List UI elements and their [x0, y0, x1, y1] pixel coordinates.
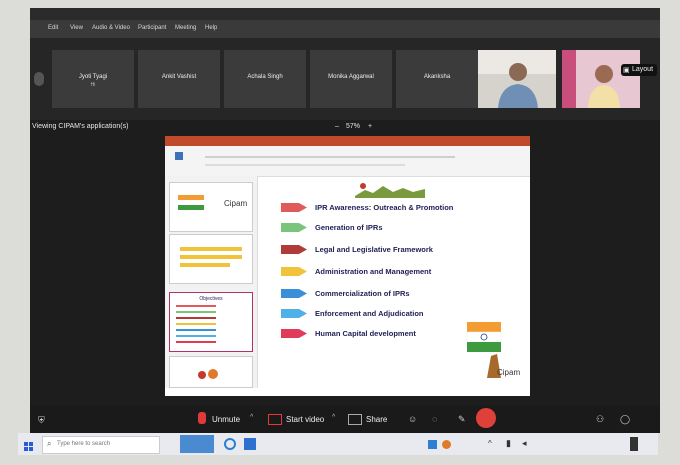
- taskbar-search-box[interactable]: ⌕ Type here to search: [42, 436, 160, 454]
- slide-thumbnail[interactable]: [169, 356, 253, 388]
- slide-thumbnail[interactable]: [169, 234, 253, 284]
- participant-video[interactable]: [478, 50, 556, 108]
- taskbar-app-thumbnail[interactable]: [180, 435, 214, 453]
- video-off-icon: [268, 414, 282, 425]
- slide-list-item: IPR Awareness: Outreach & Promotion: [281, 202, 521, 214]
- layout-button[interactable]: ▣ Layout: [621, 64, 657, 76]
- arrow-icon: [281, 223, 307, 232]
- slide-list-item: Commercialization of IPRs: [281, 288, 521, 300]
- zoom-level: 57%: [346, 123, 361, 130]
- participant-tile[interactable]: Monika Aggarwal: [310, 50, 392, 108]
- tray-app-icon[interactable]: [442, 440, 451, 449]
- zoom-out-icon[interactable]: –: [335, 123, 339, 130]
- scroll-left-icon[interactable]: [34, 72, 44, 86]
- cipam-logo-text: Cipam: [497, 368, 521, 377]
- search-icon: ⌕: [47, 439, 52, 448]
- woman-video-image: [562, 50, 640, 108]
- arrow-icon: [281, 267, 307, 276]
- shared-powerpoint-window: Cipam Objectives IPR Awareness: Outreach…: [165, 136, 530, 396]
- menu-view[interactable]: View: [70, 25, 83, 31]
- arrow-icon: [281, 289, 307, 298]
- zoom-meeting-window: Edit View Audio & Video Participant Meet…: [30, 8, 660, 433]
- participant-tile[interactable]: Ankit Vashist: [138, 50, 220, 108]
- arrow-icon: [281, 245, 307, 254]
- ppt-title-bar: [165, 136, 530, 146]
- paste-icon[interactable]: [175, 152, 183, 160]
- volume-icon[interactable]: ◂: [522, 438, 527, 449]
- viewing-text: Viewing CIPAM's application(s): [32, 123, 129, 130]
- security-shield-icon[interactable]: ⛨: [38, 415, 45, 426]
- menu-edit[interactable]: Edit: [48, 25, 58, 31]
- participant-tile[interactable]: Achala Singh: [224, 50, 306, 108]
- share-button[interactable]: Share: [366, 415, 387, 424]
- flag-logo-icon: [178, 195, 204, 210]
- whiteboard-icon[interactable]: ✎: [458, 414, 466, 425]
- start-video-button[interactable]: Start video: [286, 415, 324, 424]
- participant-tile[interactable]: Jyoti Tyagi Hi: [52, 50, 134, 108]
- menu-meeting[interactable]: Meeting: [175, 25, 196, 31]
- slide-list-item: Legal and Legislative Framework: [281, 244, 521, 256]
- share-screen-icon: [348, 414, 362, 425]
- slide-canvas: IPR Awareness: Outreach & Promotion Gene…: [265, 178, 523, 384]
- participants-icon[interactable]: ⚇: [596, 414, 604, 425]
- windows-taskbar: ⌕ Type here to search ^ ▮ ◂: [18, 433, 658, 455]
- skyline-header-image: [355, 183, 425, 198]
- network-icon[interactable]: ▮: [506, 438, 511, 449]
- participant-strip: Jyoti Tyagi Hi Ankit Vashist Achala Sing…: [30, 38, 660, 120]
- slide-thumbnail[interactable]: Cipam: [169, 182, 253, 232]
- layout-icon: ▣: [623, 67, 630, 74]
- menu-help[interactable]: Help: [205, 25, 217, 31]
- title-bar: [30, 8, 660, 20]
- reactions-icon[interactable]: ☺: [408, 414, 417, 424]
- participant-video[interactable]: [562, 50, 640, 108]
- arrow-icon: [281, 309, 307, 318]
- leave-button[interactable]: [476, 408, 496, 428]
- ppt-ribbon: [165, 146, 530, 177]
- mic-muted-icon: [198, 412, 206, 424]
- chat-icon[interactable]: ◯: [620, 414, 630, 425]
- share-status-bar: Viewing CIPAM's application(s) – 57% +: [30, 120, 660, 136]
- slide-thumbnails-pane: Cipam Objectives: [165, 176, 258, 388]
- menu-bar: Edit View Audio & Video Participant Meet…: [30, 20, 660, 38]
- menu-audio-video[interactable]: Audio & Video: [92, 25, 130, 31]
- arrow-icon: [281, 203, 307, 212]
- task-view-icon[interactable]: [224, 438, 236, 450]
- chevron-up-icon[interactable]: ^: [332, 414, 335, 421]
- apps-icon[interactable]: ◌: [432, 414, 437, 424]
- chevron-up-icon[interactable]: ^: [250, 414, 253, 421]
- arrow-icon: [281, 329, 307, 338]
- meeting-controls-bar: ⛨ Unmute ^ Start video ^ Share ☺ ◌ ✎ ⚇ ◯: [30, 406, 660, 433]
- participant-tile[interactable]: Akanksha: [396, 50, 478, 108]
- slide-list-item: Generation of IPRs: [281, 222, 521, 234]
- zoom-in-icon[interactable]: +: [368, 123, 372, 130]
- slide-list-item: Administration and Management: [281, 266, 521, 278]
- notification-icon[interactable]: [630, 437, 638, 451]
- unmute-button[interactable]: Unmute: [212, 415, 240, 424]
- man-video-image: [478, 50, 556, 108]
- menu-participant[interactable]: Participant: [138, 25, 166, 31]
- windows-start-icon[interactable]: [24, 439, 34, 451]
- tray-chevron-icon[interactable]: ^: [488, 439, 492, 448]
- slide-thumbnail-selected[interactable]: Objectives: [169, 292, 253, 352]
- tray-app-icon[interactable]: [428, 440, 437, 449]
- taskbar-app-icon[interactable]: [244, 438, 256, 450]
